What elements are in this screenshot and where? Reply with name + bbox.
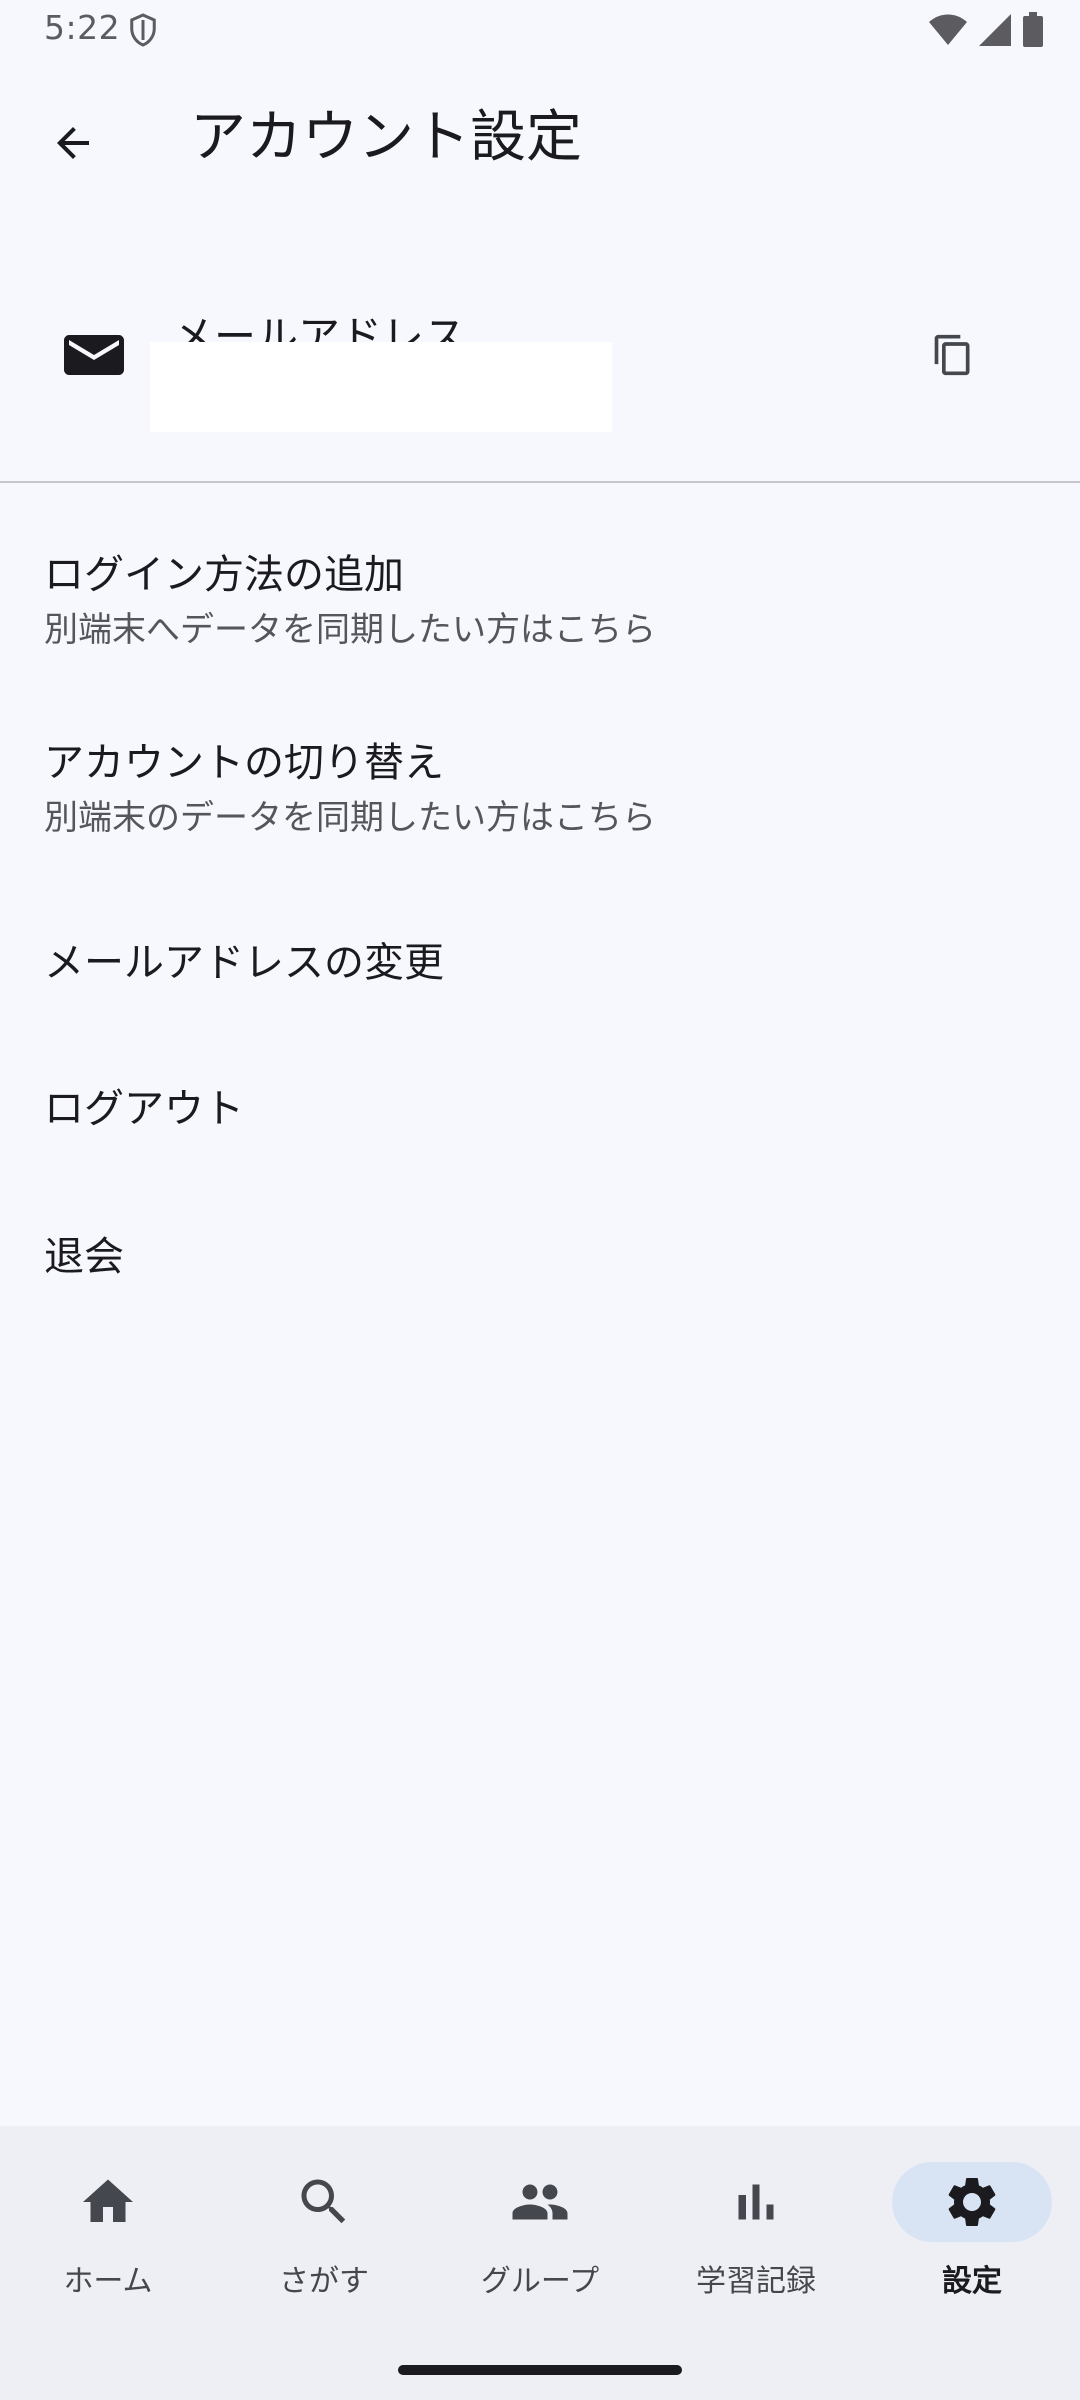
gear-icon — [948, 2178, 996, 2226]
nav-label: さがす — [279, 2264, 369, 2299]
menu-item-title: 退会 — [44, 1234, 124, 1280]
menu-item-logout[interactable]: ログアウト — [0, 1064, 1080, 1184]
email-row: メールアドレス — [0, 290, 1080, 480]
menu-item-add-login[interactable]: ログイン方法の追加 別端末へデータを同期したい方はこちら — [0, 530, 1080, 670]
email-value-redacted — [150, 342, 612, 432]
signal-icon — [979, 14, 1011, 46]
wifi-icon — [929, 14, 967, 45]
copy-icon — [934, 334, 970, 376]
menu-item-subtitle: 別端末へデータを同期したい方はこちら — [44, 610, 656, 650]
nav-label: 設定 — [942, 2264, 1002, 2299]
search-icon — [301, 2179, 346, 2224]
nav-item-home[interactable]: ホーム — [0, 2126, 216, 2326]
nav-item-settings[interactable]: 設定 — [864, 2126, 1080, 2326]
home-indicator[interactable] — [398, 2365, 682, 2375]
app-bar: アカウント設定 — [0, 80, 1080, 200]
nav-label: ホーム — [63, 2264, 153, 2299]
home-icon — [83, 2179, 133, 2222]
menu-item-title: メールアドレスの変更 — [44, 940, 444, 986]
menu-item-title: アカウントの切り替え — [44, 740, 444, 786]
divider — [0, 481, 1080, 483]
menu-item-title: ログイン方法の追加 — [44, 552, 404, 598]
nav-item-learning-record[interactable]: 学習記録 — [648, 2126, 864, 2326]
nav-item-group[interactable]: グループ — [432, 2126, 648, 2326]
bar-chart-icon — [738, 2184, 774, 2220]
arrow-back-icon — [57, 127, 89, 159]
menu-item-switch-account[interactable]: アカウントの切り替え 別端末のデータを同期したい方はこちら — [0, 718, 1080, 858]
battery-icon — [1023, 12, 1043, 47]
back-button[interactable] — [28, 98, 118, 188]
menu-item-subtitle: 別端末のデータを同期したい方はこちら — [44, 798, 656, 838]
menu-item-title: ログアウト — [44, 1086, 244, 1132]
shield-icon — [130, 13, 156, 47]
menu-item-change-email[interactable]: メールアドレスの変更 — [0, 918, 1080, 1038]
page-title: アカウント設定 — [190, 105, 582, 170]
copy-button[interactable] — [918, 320, 988, 390]
menu-item-withdraw[interactable]: 退会 — [0, 1212, 1080, 1332]
status-bar: 5:22 — [0, 0, 1080, 60]
group-icon — [512, 2184, 568, 2220]
status-time: 5:22 — [44, 8, 121, 47]
nav-item-search[interactable]: さがす — [216, 2126, 432, 2326]
nav-label: グループ — [480, 2264, 600, 2299]
bottom-navigation: ホーム さがす グループ 学習記録 設定 — [0, 2126, 1080, 2400]
nav-label: 学習記録 — [696, 2264, 816, 2299]
mail-icon — [64, 335, 124, 375]
